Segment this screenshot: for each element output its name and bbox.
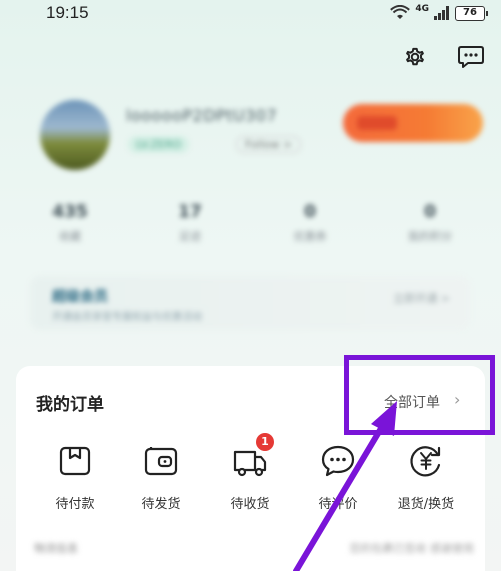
notification-badge: 1 bbox=[256, 433, 274, 451]
order-pending-shipment[interactable]: 待发货 bbox=[121, 443, 201, 512]
status-icons: 4G 76 bbox=[390, 4, 488, 21]
messages-button[interactable] bbox=[456, 42, 486, 72]
member-card[interactable]: 超级会员 开通会员享受专属权益与优惠活动 立即开通 > bbox=[30, 276, 470, 330]
gear-icon bbox=[406, 47, 424, 66]
battery-icon: 76 bbox=[455, 5, 488, 21]
order-label: 待收货 bbox=[230, 497, 270, 512]
chat-bubble-icon bbox=[321, 445, 355, 477]
user-name: loooooP2DPtU307 bbox=[126, 106, 278, 125]
network-type: 4G bbox=[415, 4, 429, 14]
order-pending-review[interactable]: 待评价 bbox=[298, 443, 378, 512]
order-pending-payment[interactable]: 待付款 bbox=[35, 443, 115, 512]
wallet-icon bbox=[144, 447, 178, 476]
wifi-icon bbox=[390, 5, 411, 19]
avatar[interactable] bbox=[40, 100, 110, 170]
yuan-refund-icon bbox=[410, 446, 441, 477]
order-label: 退货/换货 bbox=[397, 497, 455, 512]
logistics-label: 物流信息 bbox=[34, 542, 78, 555]
profile-section: loooooP2DPtU307 LV.ZERO Follow > 435 收藏 … bbox=[0, 90, 501, 350]
follow-tag[interactable]: Follow > bbox=[236, 136, 302, 153]
member-link[interactable]: 立即开通 > bbox=[393, 290, 450, 306]
highlight-box bbox=[344, 355, 495, 435]
vip-button[interactable] bbox=[343, 104, 483, 142]
stat-label: 收藏 bbox=[59, 230, 81, 243]
settings-button[interactable] bbox=[400, 42, 430, 72]
status-bar: 19:15 4G 76 bbox=[0, 0, 501, 28]
message-icon bbox=[458, 46, 484, 68]
signal-icon bbox=[434, 6, 449, 20]
stat-coupons[interactable]: 0 优惠券 bbox=[270, 202, 350, 244]
order-returns[interactable]: 退货/换货 bbox=[386, 443, 466, 512]
stat-value: 435 bbox=[52, 202, 88, 222]
stat-value: 0 bbox=[424, 202, 436, 222]
order-label: 待评价 bbox=[318, 497, 358, 512]
stat-value: 17 bbox=[178, 202, 202, 222]
order-pending-receipt[interactable]: 1 待收货 bbox=[210, 433, 290, 512]
stat-label: 我的积分 bbox=[408, 230, 452, 243]
stats-row: 435 收藏 17 足迹 0 优惠券 0 我的积分 bbox=[30, 202, 470, 244]
stat-history[interactable]: 17 足迹 bbox=[150, 202, 230, 244]
level-tag: LV.ZERO bbox=[128, 136, 190, 153]
logistics-row[interactable]: 物流信息 您的包裹已签收 感谢使用 bbox=[34, 540, 474, 560]
stat-label: 优惠券 bbox=[293, 230, 327, 243]
orders-title: 我的订单 bbox=[36, 395, 104, 415]
stat-points[interactable]: 0 我的积分 bbox=[390, 202, 470, 244]
pending-payment-icon bbox=[59, 446, 91, 476]
status-time: 19:15 bbox=[46, 3, 89, 22]
stat-favorites[interactable]: 435 收藏 bbox=[30, 202, 110, 244]
stat-value: 0 bbox=[304, 202, 316, 222]
member-title: 超级会员 bbox=[52, 289, 108, 305]
stat-label: 足迹 bbox=[179, 230, 201, 243]
order-label: 待付款 bbox=[55, 497, 95, 512]
member-subtitle: 开通会员享受专属权益与优惠活动 bbox=[52, 312, 202, 323]
order-label: 待发货 bbox=[141, 497, 181, 512]
logistics-status: 您的包裹已签收 感谢使用 bbox=[349, 542, 475, 555]
